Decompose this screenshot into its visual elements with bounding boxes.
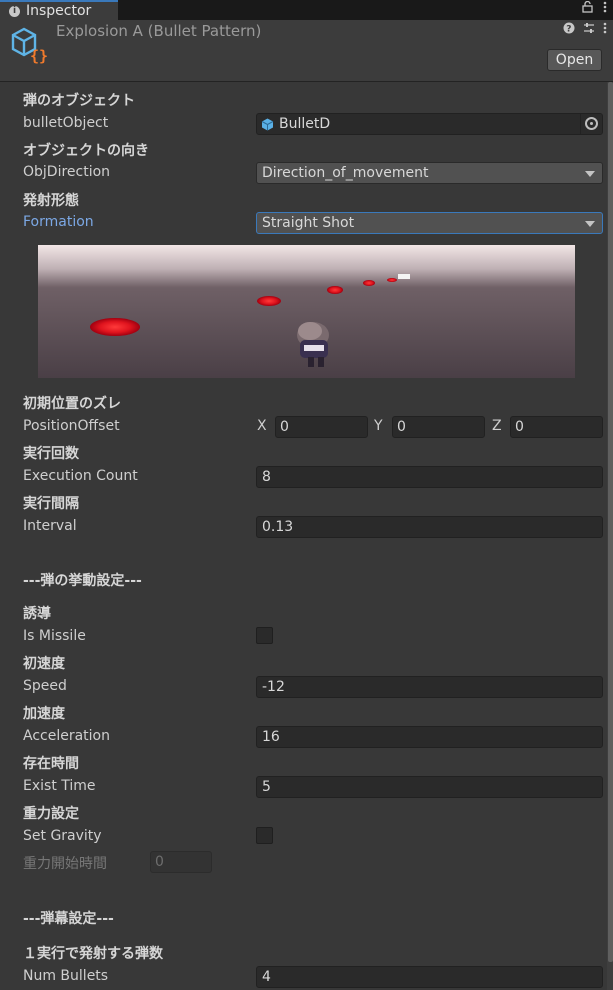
bullet-object-header: 弾のオブジェクト [23, 93, 135, 109]
lock-icon[interactable] [582, 0, 593, 17]
is-missile-header: 誘導 [23, 606, 51, 622]
script-cube-icon: {} [11, 27, 48, 65]
bullet-object-label: bulletObject [23, 115, 109, 131]
formation-row: Formation Straight Shot [0, 212, 607, 234]
object-title: Explosion A (Bullet Pattern) [56, 22, 262, 40]
formation-header: 発射形態 [23, 193, 79, 209]
execution-count-label: Execution Count [23, 468, 138, 484]
barrage-section-title: ---弾幕設定--- [23, 911, 114, 927]
num-bullets-header: １実行で発射する弾数 [23, 946, 163, 962]
bullet-object-value: BulletD [279, 116, 331, 132]
is-missile-row: Is Missile [0, 626, 607, 648]
formation-value: Straight Shot [262, 215, 355, 231]
scrollbar-thumb[interactable] [608, 82, 613, 962]
interval-field[interactable]: 0.13 [256, 516, 603, 538]
is-missile-checkbox[interactable] [256, 627, 273, 644]
num-bullets-field[interactable]: 4 [256, 966, 603, 988]
obj-direction-label: ObjDirection [23, 164, 111, 180]
acceleration-label: Acceleration [23, 728, 110, 744]
info-icon: i [9, 5, 20, 17]
svg-text:?: ? [566, 25, 571, 35]
speed-header: 初速度 [23, 656, 65, 672]
execution-count-row: Execution Count 8 [0, 466, 607, 488]
open-button[interactable]: Open [547, 49, 602, 71]
num-bullets-row: Num Bullets 4 [0, 966, 607, 988]
acceleration-header: 加速度 [23, 706, 65, 722]
svg-text:{}: {} [30, 47, 48, 65]
settings-icon[interactable] [583, 22, 595, 38]
obj-direction-row: ObjDirection Direction_of_movement [0, 162, 607, 184]
position-offset-y-field[interactable]: 0 [392, 416, 485, 438]
position-offset-header: 初期位置のズレ [23, 396, 121, 412]
set-gravity-checkbox[interactable] [256, 827, 273, 844]
object-picker-icon[interactable] [580, 114, 602, 134]
z-label: Z [492, 418, 502, 434]
scrollbar[interactable] [607, 82, 613, 990]
position-offset-label: PositionOffset [23, 418, 120, 434]
help-icon[interactable]: ? [563, 22, 575, 38]
is-missile-label: Is Missile [23, 628, 86, 644]
acceleration-field[interactable]: 16 [256, 726, 603, 748]
acceleration-row: Acceleration 16 [0, 726, 607, 748]
set-gravity-row: Set Gravity [0, 826, 607, 848]
header-menu-icon[interactable] [603, 22, 607, 38]
position-offset-x-field[interactable]: 0 [275, 416, 368, 438]
speed-row: Speed -12 [0, 676, 607, 698]
exist-time-row: Exist Time 5 [0, 776, 607, 798]
chevron-down-icon [585, 171, 595, 177]
tab-bar: i Inspector [0, 0, 613, 20]
position-offset-z-field[interactable]: 0 [510, 416, 603, 438]
gravity-start-field: 0 [150, 851, 212, 873]
bullet-object-row: bulletObject BulletD [0, 113, 607, 135]
gravity-start-row: 重力開始時間 0 [0, 851, 607, 873]
tab-inspector-label: Inspector [26, 3, 92, 19]
exist-time-header: 存在時間 [23, 756, 79, 772]
position-offset-row: PositionOffset X 0 Y 0 Z 0 [0, 416, 607, 438]
inspector-header: {} Explosion A (Bullet Pattern) ? Open [0, 20, 613, 82]
set-gravity-label: Set Gravity [23, 828, 102, 844]
gravity-start-label: 重力開始時間 [23, 856, 107, 872]
interval-row: Interval 0.13 [0, 516, 607, 538]
speed-label: Speed [23, 678, 67, 694]
obj-direction-header: オブジェクトの向き [23, 143, 149, 159]
chevron-down-icon [585, 221, 595, 227]
set-gravity-header: 重力設定 [23, 806, 79, 822]
formation-preview-image [38, 245, 575, 378]
prefab-cube-icon [261, 118, 274, 131]
speed-field[interactable]: -12 [256, 676, 603, 698]
formation-label: Formation [23, 214, 94, 230]
obj-direction-dropdown[interactable]: Direction_of_movement [256, 162, 603, 184]
y-label: Y [374, 418, 383, 434]
tab-inspector[interactable]: i Inspector [0, 0, 118, 20]
formation-dropdown[interactable]: Straight Shot [256, 212, 603, 234]
behavior-section-title: ---弾の挙動設定--- [23, 573, 142, 589]
obj-direction-value: Direction_of_movement [262, 165, 429, 181]
exist-time-field[interactable]: 5 [256, 776, 603, 798]
bullet-object-field[interactable]: BulletD [256, 113, 603, 135]
exist-time-label: Exist Time [23, 778, 96, 794]
interval-label: Interval [23, 518, 77, 534]
menu-icon[interactable] [603, 1, 607, 17]
execution-count-field[interactable]: 8 [256, 466, 603, 488]
x-label: X [257, 418, 267, 434]
num-bullets-label: Num Bullets [23, 968, 109, 984]
execution-count-header: 実行回数 [23, 446, 79, 462]
interval-header: 実行間隔 [23, 496, 79, 512]
